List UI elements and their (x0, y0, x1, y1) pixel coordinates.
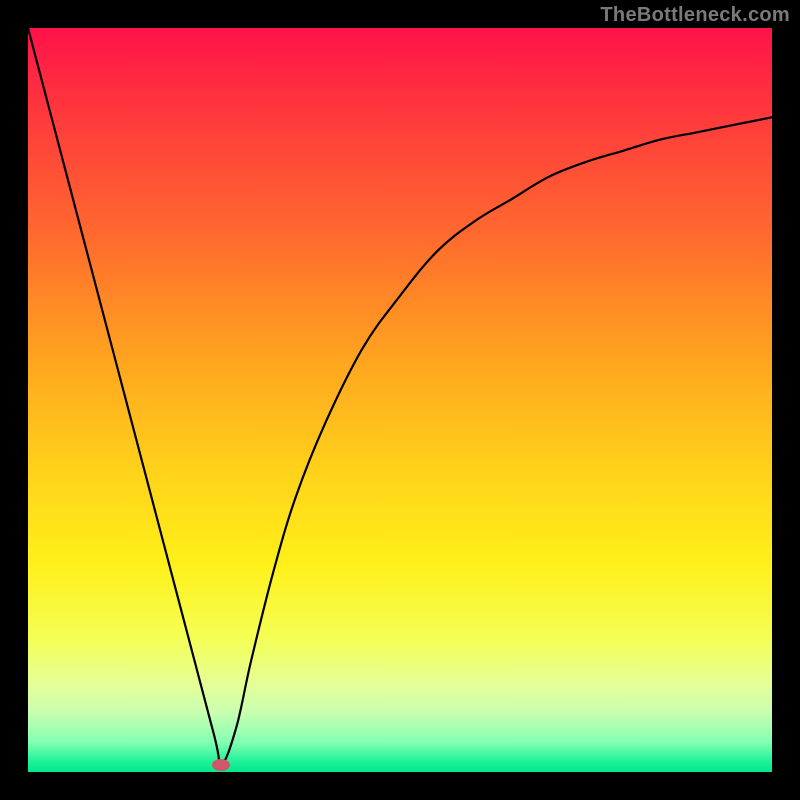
chart-frame: TheBottleneck.com (0, 0, 800, 800)
plot-area (28, 28, 772, 772)
bottleneck-curve-svg (28, 28, 772, 772)
optimum-marker (212, 759, 230, 771)
watermark-text: TheBottleneck.com (600, 4, 790, 27)
bottleneck-curve-path (28, 28, 772, 765)
